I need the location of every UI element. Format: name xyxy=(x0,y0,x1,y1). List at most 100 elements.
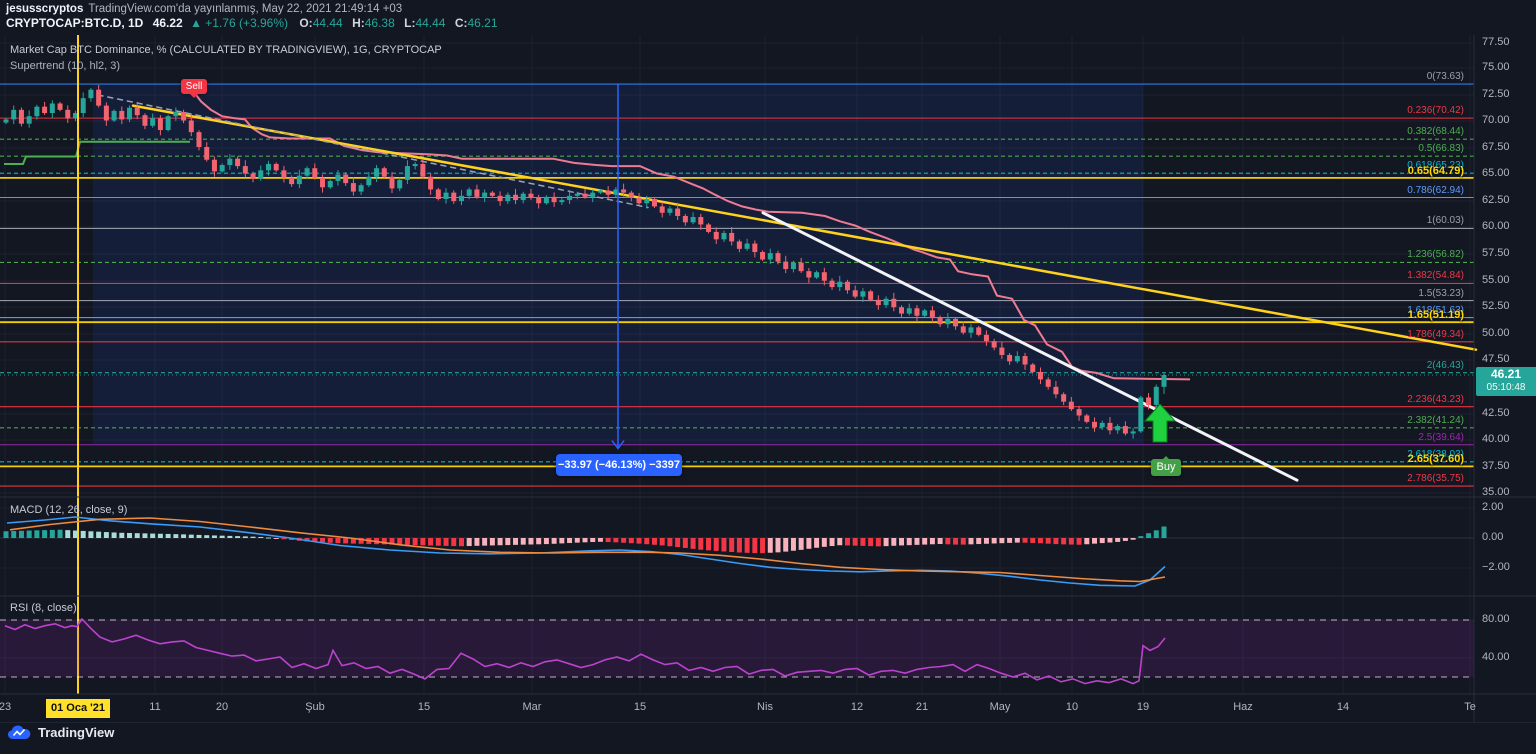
supertrend-indicator-title[interactable]: Supertrend (10, hl2, 3) xyxy=(10,60,120,72)
candle-body xyxy=(181,112,186,120)
time-axis-tick[interactable]: 12 xyxy=(851,701,863,713)
candle-body xyxy=(752,244,757,252)
time-axis-tick[interactable]: Mar xyxy=(523,701,542,713)
time-axis-tick[interactable]: Şub xyxy=(305,701,325,713)
time-axis-tick[interactable]: May xyxy=(990,701,1011,713)
candle-body xyxy=(652,199,657,206)
main-pane-title[interactable]: Market Cap BTC Dominance, % (CALCULATED … xyxy=(10,44,442,56)
macd-histogram-bar xyxy=(1077,538,1082,545)
author-name[interactable]: jesusscryptos xyxy=(6,3,83,15)
candle-body xyxy=(806,271,811,277)
price-axis-tick[interactable]: 52.50 xyxy=(1482,300,1510,312)
rsi-indicator-title[interactable]: RSI (8, close) xyxy=(10,602,77,614)
time-axis-tick[interactable]: 14 xyxy=(1337,701,1349,713)
price-axis-tick[interactable]: 40.00 xyxy=(1482,433,1510,445)
macd-histogram-bar xyxy=(405,538,410,545)
candle-body xyxy=(776,253,781,261)
candle-body xyxy=(1015,356,1020,361)
candle-body xyxy=(58,103,63,109)
macd-histogram-bar xyxy=(729,538,734,552)
macd-histogram-bar xyxy=(81,531,86,538)
low-label: L: xyxy=(404,16,415,30)
macd-histogram-bar xyxy=(637,538,642,544)
price-axis-tick[interactable]: 35.00 xyxy=(1482,486,1510,498)
macd-histogram-bar xyxy=(444,538,449,546)
price-axis-tick[interactable]: 57.50 xyxy=(1482,247,1510,259)
time-axis-tick[interactable]: 15 xyxy=(418,701,430,713)
macd-histogram-bar xyxy=(1015,538,1020,543)
macd-histogram-bar xyxy=(860,538,865,546)
price-axis-tick[interactable]: 77.50 xyxy=(1482,36,1510,48)
time-axis-tick[interactable]: 19 xyxy=(1137,701,1149,713)
candle-body xyxy=(112,111,117,121)
candle-body xyxy=(1061,394,1066,401)
candle-body xyxy=(1077,409,1082,415)
macd-histogram-bar xyxy=(899,538,904,545)
candle-body xyxy=(42,107,47,113)
price-axis-tick[interactable]: 47.50 xyxy=(1482,353,1510,365)
candle-body xyxy=(1038,372,1043,379)
candle-body xyxy=(1007,355,1012,361)
candle-body xyxy=(444,193,449,199)
time-axis-tick[interactable]: 10 xyxy=(1066,701,1078,713)
macd-histogram-bar xyxy=(96,532,101,538)
macd-axis-tick[interactable]: −2.00 xyxy=(1482,561,1510,573)
time-axis-tick[interactable]: Nis xyxy=(757,701,773,713)
time-axis-tick[interactable]: 21 xyxy=(916,701,928,713)
time-axis-tick[interactable]: 15 xyxy=(634,701,646,713)
macd-histogram-bar xyxy=(683,538,688,548)
candle-body xyxy=(212,160,217,172)
fib-level-label: 0.5(66.83) xyxy=(1418,143,1464,154)
price-axis-tick[interactable]: 67.50 xyxy=(1482,141,1510,153)
price-axis-tick[interactable]: 37.50 xyxy=(1482,460,1510,472)
macd-histogram-bar xyxy=(976,538,981,544)
macd-histogram-bar xyxy=(552,538,557,544)
macd-histogram-bar xyxy=(482,538,487,546)
macd-histogram-bar xyxy=(737,538,742,553)
price-axis-tick[interactable]: 65.00 xyxy=(1482,167,1510,179)
macd-indicator-title[interactable]: MACD (12, 26, close, 9) xyxy=(10,504,127,516)
low-value: 44.44 xyxy=(415,16,445,30)
chart-canvas[interactable] xyxy=(0,0,1536,754)
candle-body xyxy=(1092,422,1097,427)
candle-body xyxy=(845,282,850,290)
candle-body xyxy=(629,193,634,198)
price-axis-tick[interactable]: 75.00 xyxy=(1482,61,1510,73)
open-label: O: xyxy=(299,16,312,30)
macd-axis-tick[interactable]: 0.00 xyxy=(1482,531,1503,543)
time-axis-tick[interactable]: 11 xyxy=(149,701,160,713)
macd-axis-tick[interactable]: 2.00 xyxy=(1482,501,1503,513)
candle-body xyxy=(860,291,865,296)
macd-histogram-bar xyxy=(907,538,912,545)
buy-signal-badge: Buy xyxy=(1151,459,1181,476)
time-axis-tick[interactable]: 23 xyxy=(0,701,11,713)
time-axis-tick[interactable]: Haz xyxy=(1233,701,1253,713)
symbol-interval[interactable]: CRYPTOCAP:BTC.D, 1D xyxy=(6,16,143,30)
price-axis-tick[interactable]: 72.50 xyxy=(1482,88,1510,100)
price-axis-tick[interactable]: 62.50 xyxy=(1482,194,1510,206)
price-axis-tick[interactable]: 70.00 xyxy=(1482,114,1510,126)
price-axis-tick[interactable]: 60.00 xyxy=(1482,220,1510,232)
macd-histogram-bar xyxy=(1146,533,1151,538)
macd-histogram-bar xyxy=(721,538,726,551)
macd-histogram-bar xyxy=(760,538,765,553)
price-axis-tick[interactable]: 55.00 xyxy=(1482,274,1510,286)
macd-histogram-bar xyxy=(127,533,132,538)
macd-histogram-bar xyxy=(714,538,719,551)
rsi-axis-tick[interactable]: 40.00 xyxy=(1482,651,1510,663)
candle-body xyxy=(474,189,479,196)
price-axis-tick[interactable]: 42.50 xyxy=(1482,407,1510,419)
macd-histogram-bar xyxy=(27,531,32,538)
tradingview-logo-icon xyxy=(8,725,32,740)
candle-body xyxy=(351,183,356,191)
candle-body xyxy=(907,308,912,313)
candle-body xyxy=(969,327,974,332)
attribution[interactable]: TradingView xyxy=(8,725,114,740)
time-axis-tick[interactable]: Te xyxy=(1464,701,1476,713)
macd-histogram-bar xyxy=(528,538,533,544)
macd-histogram-bar xyxy=(629,538,634,543)
time-axis-tick[interactable]: 20 xyxy=(216,701,228,713)
candle-body xyxy=(498,196,503,201)
price-axis-tick[interactable]: 50.00 xyxy=(1482,327,1510,339)
rsi-axis-tick[interactable]: 80.00 xyxy=(1482,613,1510,625)
